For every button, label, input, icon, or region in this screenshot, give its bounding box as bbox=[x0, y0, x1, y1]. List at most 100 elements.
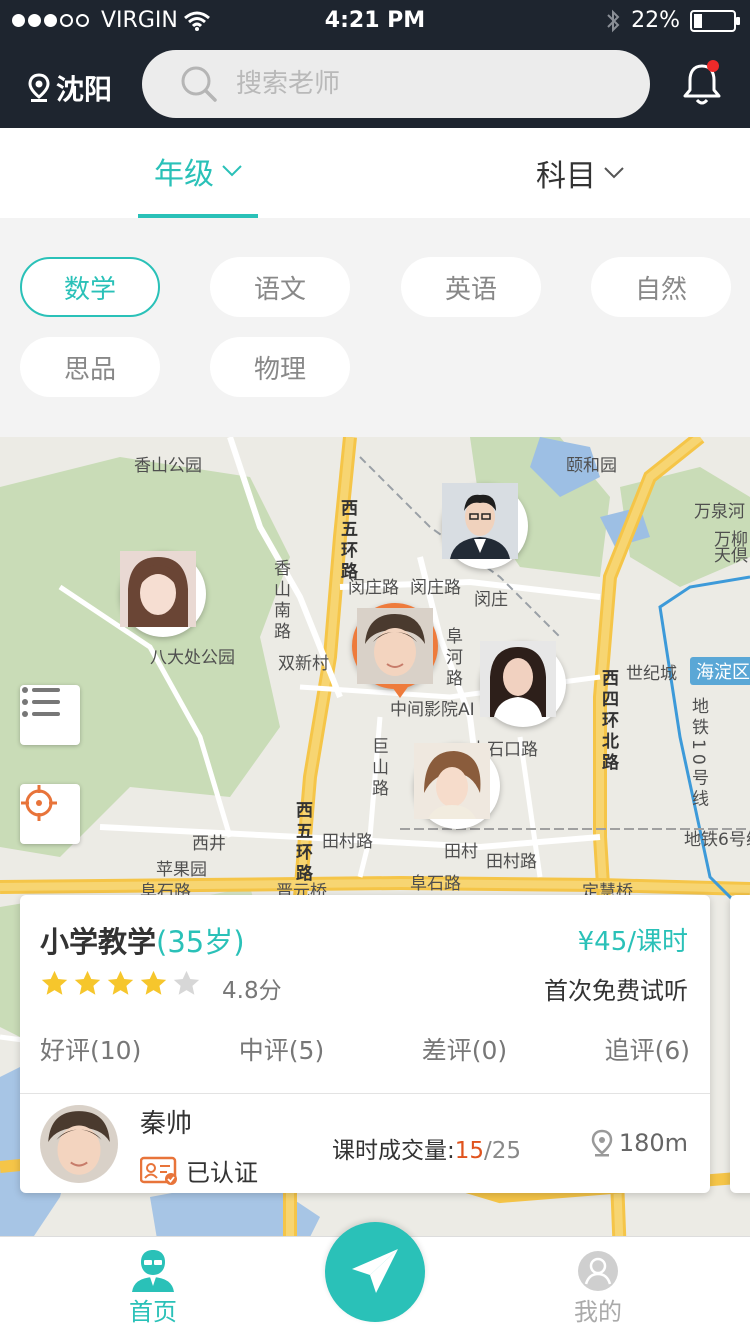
list-view-button[interactable] bbox=[20, 685, 80, 745]
map-label: 闵庄路 bbox=[410, 578, 461, 598]
id-card-icon bbox=[140, 1156, 177, 1185]
subject-chip-math[interactable]: 数学 bbox=[20, 257, 160, 317]
avatar bbox=[120, 551, 201, 632]
course-name: 小学教学 bbox=[40, 925, 157, 959]
bluetooth-icon bbox=[607, 9, 620, 32]
sales-count: 课时成交量:15/25 bbox=[332, 1131, 521, 1165]
map-label: 世纪城 bbox=[626, 664, 677, 684]
search-input[interactable] bbox=[236, 69, 616, 99]
subject-chip-nature[interactable]: 自然 bbox=[591, 257, 731, 317]
teacher-card[interactable]: 小学教学(35岁) ¥45/课时 4.8分 首次免费试听 好评(10) 中评(5… bbox=[20, 895, 710, 1193]
map-label: 田村 bbox=[444, 842, 478, 862]
top-bar: VIRGIN 4:21 PM 22% 沈阳 bbox=[0, 0, 750, 128]
star-filled-icon bbox=[41, 970, 68, 995]
map-label: 西五环路 bbox=[337, 499, 357, 583]
distance-value: 180m bbox=[618, 1129, 688, 1157]
verified-label: 已认证 bbox=[186, 1159, 258, 1187]
review-counts: 好评(10) 中评(5) 差评(0) 追评(6) bbox=[40, 1031, 690, 1067]
verified-badge: 已认证 bbox=[140, 1153, 258, 1188]
search-bar[interactable] bbox=[142, 50, 650, 118]
tab-home-label: 首页 bbox=[129, 1298, 177, 1326]
map-label: 西井 bbox=[192, 834, 226, 854]
sales-total: /25 bbox=[484, 1138, 522, 1164]
map-label: 闵庄 bbox=[474, 590, 508, 610]
avatar bbox=[414, 743, 495, 824]
tab-mine-label: 我的 bbox=[574, 1298, 622, 1326]
star-empty-icon bbox=[173, 970, 200, 995]
tab-mine[interactable]: 我的 bbox=[538, 1237, 658, 1334]
review-medium[interactable]: 中评(5) bbox=[239, 1031, 324, 1067]
next-card-peek[interactable] bbox=[730, 895, 750, 1193]
battery-icon bbox=[690, 9, 740, 32]
bell-icon bbox=[683, 60, 721, 105]
filter-tabs: 年级 科目 bbox=[0, 128, 750, 218]
map-label: 万泉河 bbox=[694, 502, 745, 522]
subject-chip-chinese[interactable]: 语文 bbox=[210, 257, 350, 317]
paper-plane-icon bbox=[352, 1249, 398, 1293]
rating-score: 4.8分 bbox=[222, 978, 282, 1004]
notification-button[interactable] bbox=[680, 60, 724, 108]
map-label: 田村路 bbox=[486, 852, 537, 872]
map-label: 颐和园 bbox=[566, 456, 617, 476]
avatar bbox=[480, 641, 561, 722]
location-pin-icon bbox=[591, 1129, 613, 1157]
crosshair-icon bbox=[21, 785, 57, 821]
map-label: 香山南路 bbox=[270, 559, 290, 643]
teacher-avatar[interactable] bbox=[40, 1105, 118, 1183]
map-label: 八大处公园 bbox=[150, 648, 235, 668]
subject-chip-english[interactable]: 英语 bbox=[401, 257, 541, 317]
teacher-icon bbox=[132, 1250, 174, 1292]
locate-me-button[interactable] bbox=[20, 784, 80, 844]
star-filled-icon bbox=[140, 970, 167, 995]
status-bar: VIRGIN 4:21 PM 22% bbox=[0, 0, 750, 40]
search-icon bbox=[181, 66, 217, 102]
map-label: 巨山路 bbox=[368, 737, 388, 800]
publish-button[interactable] bbox=[325, 1222, 425, 1322]
battery-level bbox=[694, 13, 702, 28]
star-filled-icon bbox=[107, 970, 134, 995]
review-followup[interactable]: 追评(6) bbox=[605, 1031, 690, 1067]
free-trial-note: 首次免费试听 bbox=[544, 977, 688, 1005]
teacher-pin[interactable] bbox=[442, 483, 528, 569]
teacher-course-title: 小学教学(35岁) bbox=[40, 919, 245, 961]
course-price: ¥45/课时 bbox=[577, 927, 688, 957]
city-selector[interactable]: 沈阳 bbox=[28, 68, 112, 108]
map-label: 阜石路 bbox=[410, 874, 461, 894]
chevron-down-icon bbox=[604, 167, 624, 179]
avatar bbox=[442, 483, 523, 564]
map-label: 阜河路 bbox=[442, 627, 462, 690]
tab-grade[interactable]: 年级 bbox=[138, 128, 258, 218]
avatar bbox=[357, 608, 433, 684]
teacher-pin-selected[interactable] bbox=[352, 603, 438, 698]
sales-label: 课时成交量: bbox=[332, 1138, 455, 1164]
map-label-district: 海淀区 bbox=[690, 657, 750, 685]
star-filled-icon bbox=[74, 970, 101, 995]
location-pin-icon bbox=[28, 73, 50, 102]
review-bad[interactable]: 差评(0) bbox=[422, 1031, 507, 1067]
teacher-name: 秦帅 bbox=[140, 1109, 193, 1139]
teacher-pin[interactable] bbox=[414, 743, 500, 829]
notification-dot bbox=[707, 60, 719, 72]
subject-chips: 数学 语文 英语 自然 思品 物理 bbox=[0, 218, 750, 438]
tab-subject[interactable]: 科目 bbox=[510, 128, 650, 218]
sales-done: 15 bbox=[454, 1138, 485, 1164]
tab-home[interactable]: 首页 bbox=[93, 1237, 213, 1334]
status-right: 22% bbox=[605, 8, 740, 33]
battery-percent: 22% bbox=[631, 8, 680, 33]
teacher-pin[interactable] bbox=[480, 641, 566, 727]
rating-stars bbox=[40, 969, 201, 998]
map-label: 地铁10号线 bbox=[688, 697, 708, 811]
list-icon bbox=[22, 687, 60, 717]
map-label: 天倶 bbox=[714, 546, 748, 566]
teacher-pin[interactable] bbox=[120, 551, 206, 637]
review-good[interactable]: 好评(10) bbox=[40, 1031, 141, 1067]
map-label: 地铁6号线 bbox=[684, 830, 750, 850]
map-label: 西五环路 bbox=[292, 801, 312, 885]
map-label: 香山公园 bbox=[134, 456, 202, 476]
subject-chip-morality[interactable]: 思品 bbox=[20, 337, 160, 397]
map-label: 闵庄路 bbox=[348, 578, 399, 598]
chevron-down-icon bbox=[222, 165, 242, 177]
tab-subject-label: 科目 bbox=[536, 159, 596, 194]
subject-chip-physics[interactable]: 物理 bbox=[210, 337, 350, 397]
map-label: 田村路 bbox=[322, 832, 373, 852]
